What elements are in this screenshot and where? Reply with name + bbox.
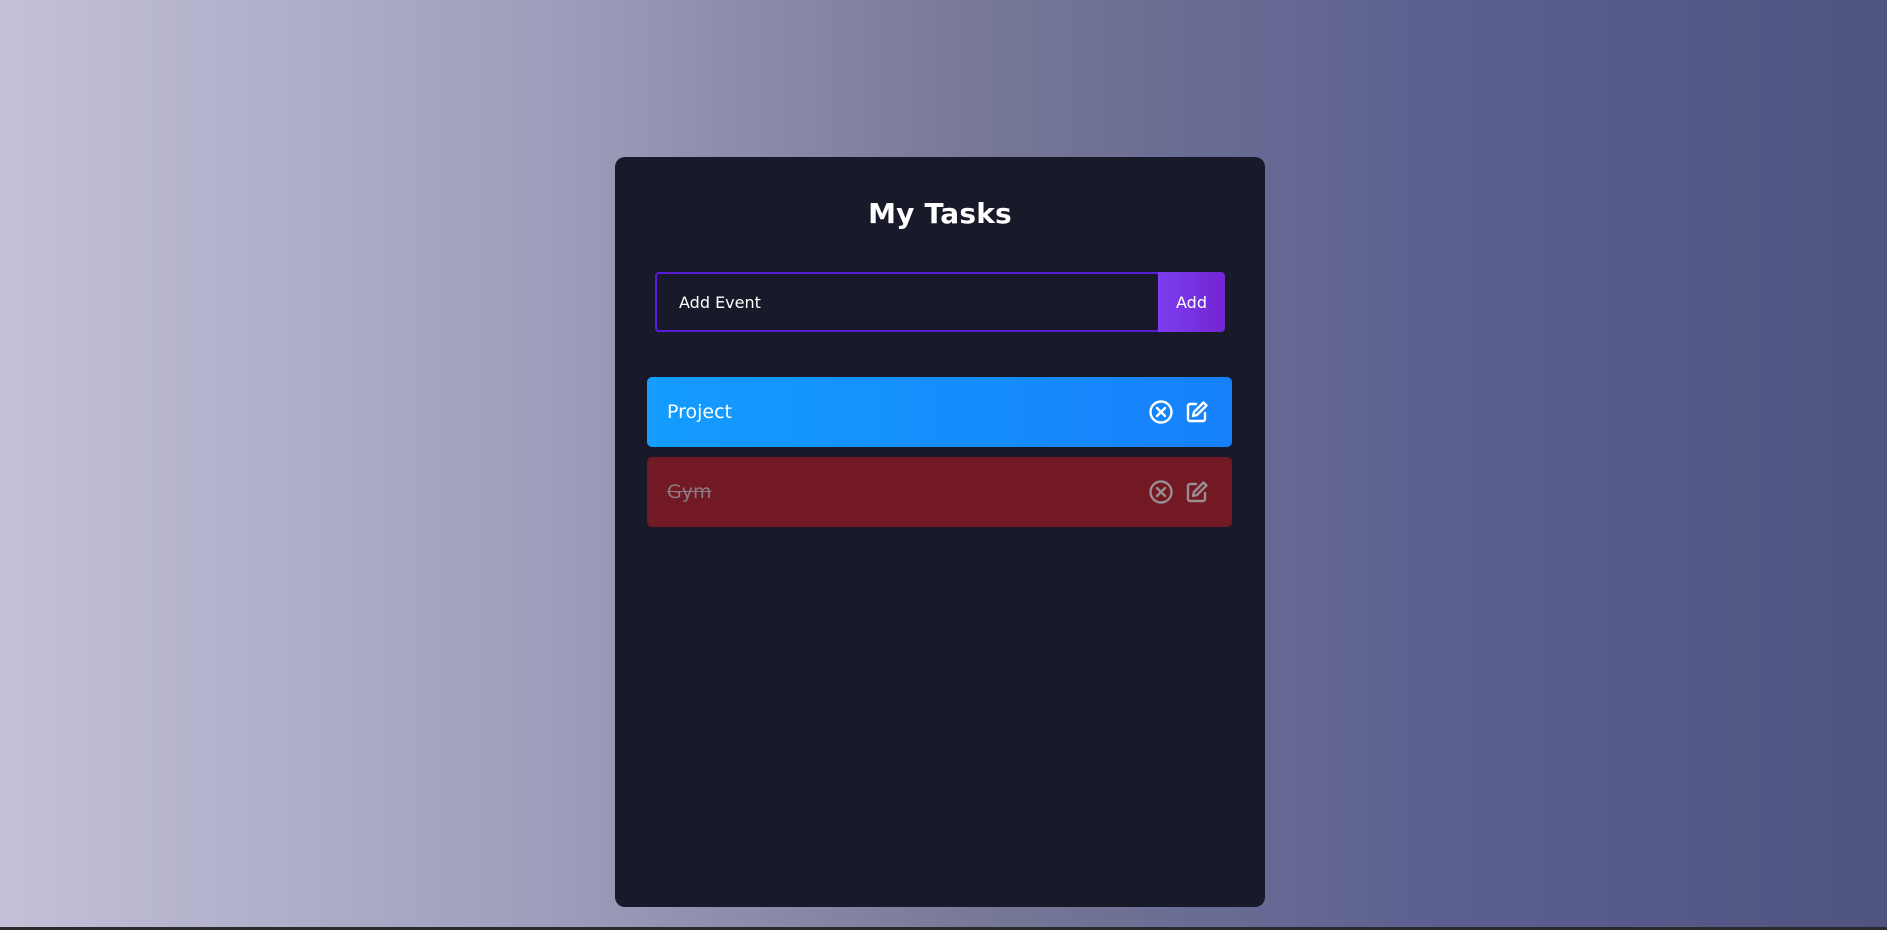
task-item-project[interactable]: Project <box>647 377 1232 447</box>
task-actions <box>1148 479 1210 505</box>
edit-icon[interactable] <box>1184 399 1210 425</box>
add-event-form: Add <box>655 272 1225 332</box>
add-event-input[interactable] <box>655 272 1160 332</box>
close-circle-icon[interactable] <box>1148 479 1174 505</box>
task-label: Gym <box>667 481 712 503</box>
task-actions <box>1148 399 1210 425</box>
task-item-gym[interactable]: Gym <box>647 457 1232 527</box>
edit-icon[interactable] <box>1184 479 1210 505</box>
close-circle-icon[interactable] <box>1148 399 1174 425</box>
page-title: My Tasks <box>868 197 1012 230</box>
task-label: Project <box>667 401 733 423</box>
add-button[interactable]: Add <box>1158 272 1225 332</box>
tasks-card: My Tasks Add Project Gym <box>615 157 1265 907</box>
